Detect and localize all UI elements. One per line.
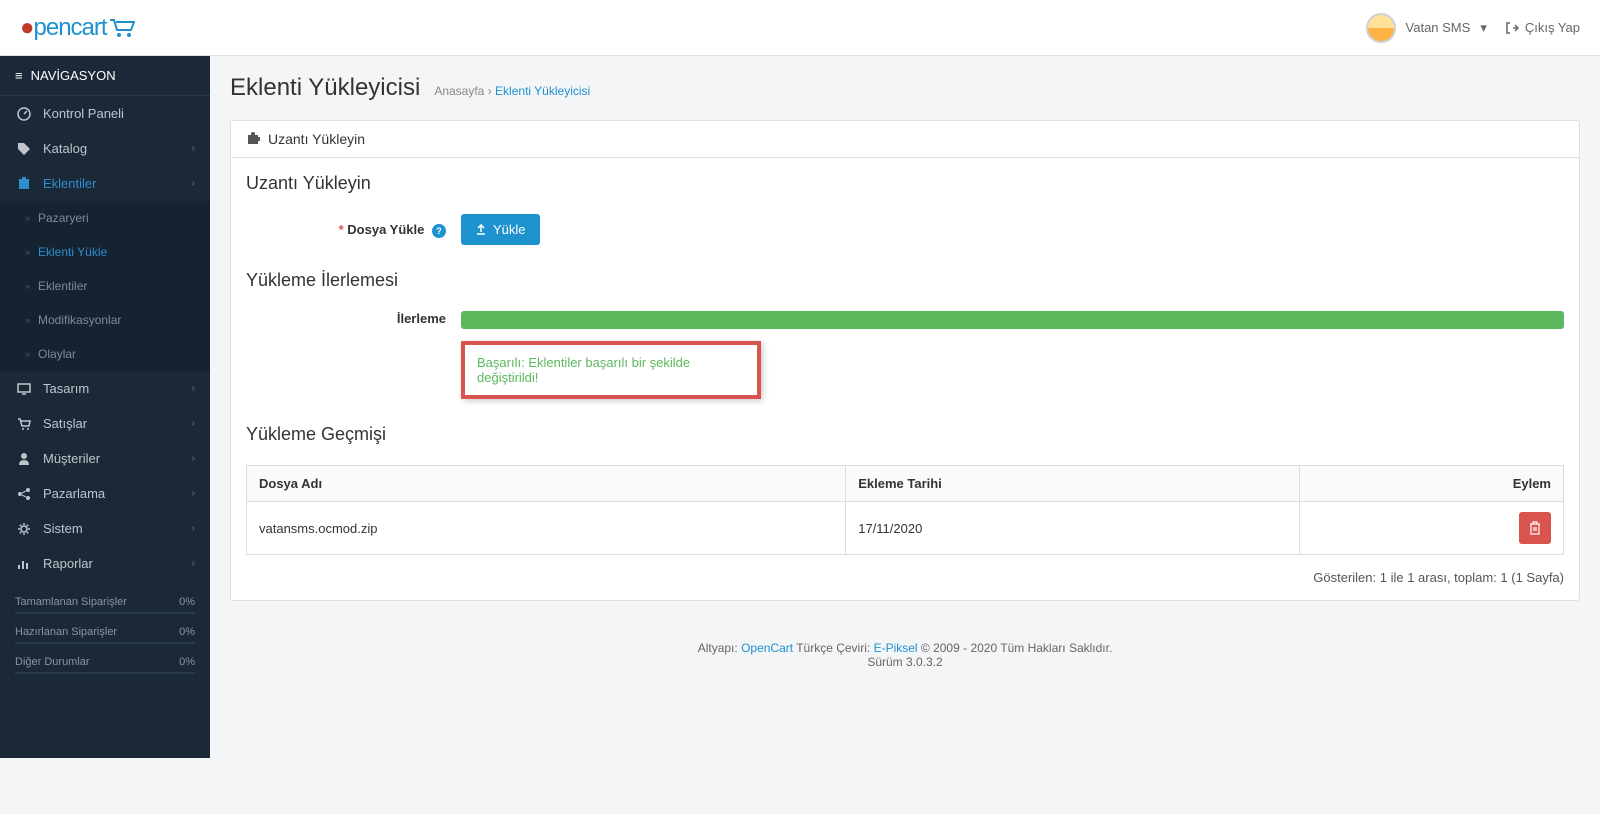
chart-icon [15,557,33,571]
gear-icon [15,522,33,536]
footer: Altyapı: OpenCart Türkçe Çeviri: E-Pikse… [210,621,1600,689]
double-chevron-icon: » [25,247,30,257]
logo[interactable]: ●pencart [20,14,135,42]
nav-marketing[interactable]: Pazarlama › [0,476,210,511]
progress-row: İlerleme Başarılı: Eklentiler başarılı b… [246,311,1564,399]
stat-bar [15,672,195,674]
panel-heading: Uzantı Yükleyin [231,121,1579,158]
user-icon [15,452,33,466]
user-name: Vatan SMS [1406,20,1471,35]
nav-title: ≡ NAVİGASYON [0,56,210,96]
footer-version: Sürüm 3.0.3.2 [867,655,942,669]
cell-date: 17/11/2020 [846,502,1299,555]
chevron-right-icon: › [192,558,195,569]
user-menu[interactable]: Vatan SMS ▾ [1366,13,1487,43]
avatar [1366,13,1396,43]
nav-design[interactable]: Tasarım › [0,371,210,406]
desktop-icon [15,382,33,396]
progress-label: İlerleme [246,311,461,326]
installer-panel: Uzantı Yükleyin Uzantı Yükleyin * Dosya … [230,120,1580,601]
breadcrumb-current[interactable]: Eklenti Yükleyicisi [495,84,590,98]
nav-modifications[interactable]: »Modifikasyonlar [0,303,210,337]
nav-dashboard[interactable]: Kontrol Paneli [0,96,210,131]
progress-bar [461,311,1564,329]
cart-icon [15,417,33,431]
nav-system[interactable]: Sistem › [0,511,210,546]
col-filename: Dosya Adı [247,466,846,502]
history-table: Dosya Adı Ekleme Tarihi Eylem vatansms.o… [246,465,1564,555]
nav-customers[interactable]: Müşteriler › [0,441,210,476]
cell-filename: vatansms.ocmod.zip [247,502,846,555]
sidebar-stats: Tamamlanan Siparişler0% Hazırlanan Sipar… [0,581,210,701]
pagination-info: Gösterilen: 1 ile 1 arası, toplam: 1 (1 … [246,570,1564,585]
double-chevron-icon: » [25,281,30,291]
breadcrumb-home[interactable]: Anasayfa [434,84,484,98]
puzzle-icon [246,132,260,146]
upload-form-row: * Dosya Yükle ? Yükle [246,214,1564,245]
main-content: Eklenti Yükleyicisi Anasayfa › Eklenti Y… [210,56,1600,689]
upload-label: Dosya Yükle [347,222,424,237]
nav-extensions[interactable]: Eklentiler › [0,166,210,201]
upload-button[interactable]: Yükle [461,214,540,245]
logout-icon [1505,21,1519,35]
nav-reports[interactable]: Raporlar › [0,546,210,581]
double-chevron-icon: » [25,315,30,325]
tag-icon [15,142,33,156]
page-title: Eklenti Yükleyicisi [230,74,420,102]
success-alert: Başarılı: Eklentiler başarılı bir şekild… [461,341,761,399]
nav-extensions-sub[interactable]: »Eklentiler [0,269,210,303]
double-chevron-icon: » [25,349,30,359]
help-icon[interactable]: ? [432,224,446,238]
progress-section-title: Yükleme İlerlemesi [246,270,1564,291]
page-header: Eklenti Yükleyicisi Anasayfa › Eklenti Y… [210,56,1600,120]
nav-marketplace[interactable]: »Pazaryeri [0,201,210,235]
upload-icon [475,224,487,236]
table-row: vatansms.ocmod.zip 17/11/2020 [247,502,1564,555]
nav-events[interactable]: »Olaylar [0,337,210,371]
chevron-right-icon: › [192,488,195,499]
app-header: ●pencart Vatan SMS ▾ Çıkış Yap [0,0,1600,56]
cart-icon [109,18,135,38]
sidebar: ≡ NAVİGASYON Kontrol Paneli Katalog › Ek… [0,56,210,758]
breadcrumb: Anasayfa › Eklenti Yükleyicisi [434,84,590,98]
share-icon [15,487,33,501]
upload-section-title: Uzantı Yükleyin [246,173,1564,194]
logo-text: ●pencart [20,14,107,42]
history-section-title: Yükleme Geçmişi [246,424,1564,445]
footer-link-epiksel[interactable]: E-Piksel [874,641,918,655]
chevron-right-icon: › [192,523,195,534]
nav-catalog[interactable]: Katalog › [0,131,210,166]
stat-bar [15,642,195,644]
nav-installer[interactable]: »Eklenti Yükle [0,235,210,269]
logout-label: Çıkış Yap [1525,20,1580,35]
chevron-right-icon: › [192,143,195,154]
stat-bar [15,612,195,614]
col-date: Ekleme Tarihi [846,466,1299,502]
chevron-right-icon: › [192,383,195,394]
menu-icon: ≡ [15,68,23,83]
trash-icon [1529,521,1541,535]
chevron-right-icon: › [192,178,195,189]
chevron-right-icon: › [192,453,195,464]
footer-link-opencart[interactable]: OpenCart [741,641,793,655]
caret-down-icon: ▾ [1480,20,1487,36]
dashboard-icon [15,107,33,121]
puzzle-icon [15,177,33,191]
nav-extensions-submenu: »Pazaryeri »Eklenti Yükle »Eklentiler »M… [0,201,210,371]
double-chevron-icon: » [25,213,30,223]
nav-sales[interactable]: Satışlar › [0,406,210,441]
chevron-right-icon: › [192,418,195,429]
col-action: Eylem [1299,466,1563,502]
delete-button[interactable] [1519,512,1551,544]
logout-button[interactable]: Çıkış Yap [1505,20,1580,35]
